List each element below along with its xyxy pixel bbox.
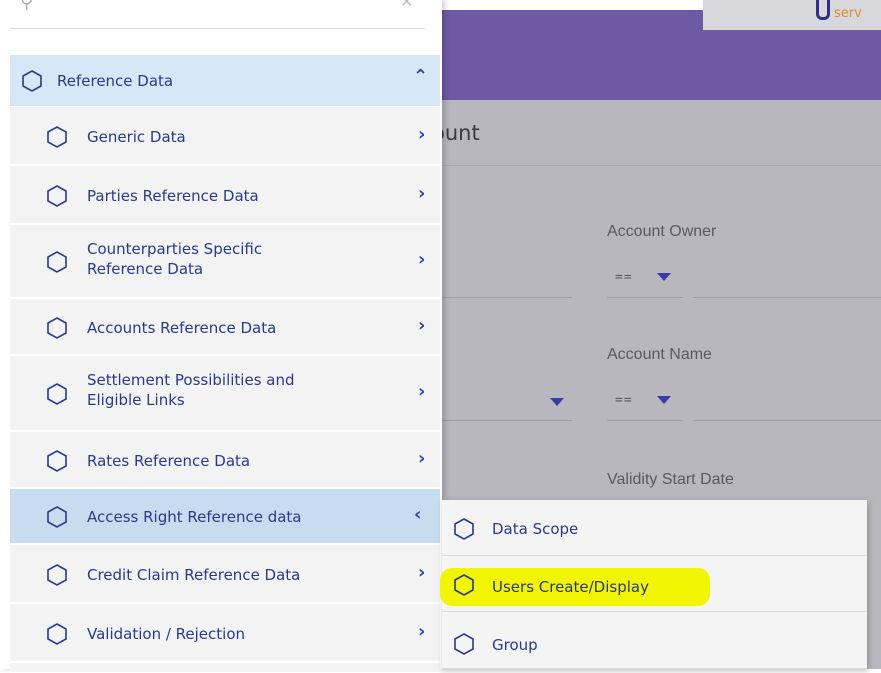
menu-item-label: Generic Data xyxy=(87,128,186,146)
menu-item-reference-data[interactable]: Reference Data ⌃ xyxy=(10,55,440,107)
chevron-up-icon[interactable]: ⌃ xyxy=(413,66,428,87)
menu-item-parties-reference-data[interactable]: Parties Reference Data › xyxy=(10,166,440,224)
operator-underline xyxy=(607,420,683,421)
hexagon-icon xyxy=(47,564,67,586)
hexagon-icon xyxy=(47,317,67,339)
hexagon-icon xyxy=(47,251,67,273)
menu-item-label: Rates Reference Data xyxy=(87,452,251,470)
account-name-input[interactable] xyxy=(693,420,881,421)
submenu-lower: Users Create/Display Group xyxy=(442,556,867,669)
submenu-item-data-scope[interactable]: Data Scope xyxy=(442,500,867,556)
menu-item-validation-rejection[interactable]: Validation / Rejection › xyxy=(10,604,440,662)
search-icon[interactable]: ⚲ xyxy=(20,0,33,13)
account-owner-operator[interactable]: == xyxy=(615,270,633,285)
account-owner-input[interactable] xyxy=(693,297,881,298)
chevron-right-icon[interactable]: › xyxy=(418,621,425,642)
divider xyxy=(432,165,881,166)
operator-dropdown-icon[interactable] xyxy=(657,396,671,404)
hexagon-icon xyxy=(47,185,67,207)
hexagon-icon xyxy=(454,633,474,655)
hexagon-icon xyxy=(454,574,474,596)
chevron-right-icon[interactable]: › xyxy=(418,249,425,270)
chevron-right-icon[interactable]: › xyxy=(418,124,425,145)
hexagon-icon xyxy=(47,623,67,645)
validity-start-date-label: Validity Start Date xyxy=(607,471,734,488)
menu-item-settlement-possibilities[interactable]: Settlement Possibilities and Eligible Li… xyxy=(10,356,440,431)
menu-item-access-right-reference-data[interactable]: Access Right Reference data ‹ xyxy=(10,489,440,544)
menu-item-label: Settlement Possibilities and Eligible Li… xyxy=(87,371,295,409)
account-name-operator[interactable]: == xyxy=(615,393,633,408)
submenu-item-group[interactable]: Group xyxy=(442,613,867,669)
menu-item-label: Access Right Reference data xyxy=(87,508,302,526)
hexagon-icon xyxy=(47,383,67,405)
chevron-right-icon[interactable]: › xyxy=(418,183,425,204)
account-name-label: Account Name xyxy=(607,346,712,363)
field-underline xyxy=(432,297,572,298)
menu-item-label: Counterparties Specific Reference Data xyxy=(87,240,263,278)
navigation-menu: ⚲ ✕ Reference Data ⌃ Generic Data › Part… xyxy=(0,0,442,673)
chevron-left-icon[interactable]: ‹ xyxy=(414,504,421,525)
menu-item-accounts-reference-data[interactable]: Accounts Reference Data › xyxy=(10,299,440,355)
menu-item-partial xyxy=(10,663,440,673)
submenu-item-users-create-display[interactable]: Users Create/Display xyxy=(442,556,867,612)
logo-icon xyxy=(816,0,830,20)
account-owner-label: Account Owner xyxy=(607,223,717,240)
hexagon-icon xyxy=(454,518,474,540)
operator-underline xyxy=(607,297,683,298)
search-underline xyxy=(10,28,425,29)
operator-dropdown-icon[interactable] xyxy=(657,273,671,281)
hexagon-icon xyxy=(22,70,42,92)
chevron-right-icon[interactable]: › xyxy=(418,562,425,583)
hexagon-icon xyxy=(47,450,67,472)
menu-item-label: Validation / Rejection xyxy=(87,625,246,643)
field-underline xyxy=(432,420,572,421)
dropdown-arrow-icon[interactable] xyxy=(550,398,564,406)
logo-text: serv xyxy=(834,6,862,21)
chevron-right-icon[interactable]: › xyxy=(418,315,425,336)
submenu-item-label: Data Scope xyxy=(492,520,579,538)
menu-item-generic-data[interactable]: Generic Data › xyxy=(10,107,440,165)
chevron-right-icon[interactable]: › xyxy=(418,381,425,402)
chevron-right-icon[interactable]: › xyxy=(418,448,425,469)
menu-item-credit-claim-reference-data[interactable]: Credit Claim Reference Data › xyxy=(10,545,440,603)
submenu-item-label: Users Create/Display xyxy=(492,578,649,596)
submenu-item-label: Group xyxy=(492,636,538,654)
menu-search[interactable]: ⚲ ✕ xyxy=(10,0,425,30)
menu-item-label: Accounts Reference Data xyxy=(87,319,277,337)
menu-item-label: Credit Claim Reference Data xyxy=(87,566,301,584)
menu-item-rates-reference-data[interactable]: Rates Reference Data › xyxy=(10,432,440,488)
hexagon-icon xyxy=(47,126,67,148)
menu-item-label: Reference Data xyxy=(57,72,174,90)
menu-item-counterparties-specific-reference-data[interactable]: Counterparties Specific Reference Data › xyxy=(10,225,440,298)
hexagon-icon xyxy=(47,506,67,528)
menu-item-label: Parties Reference Data xyxy=(87,187,259,205)
close-icon[interactable]: ✕ xyxy=(400,0,413,11)
